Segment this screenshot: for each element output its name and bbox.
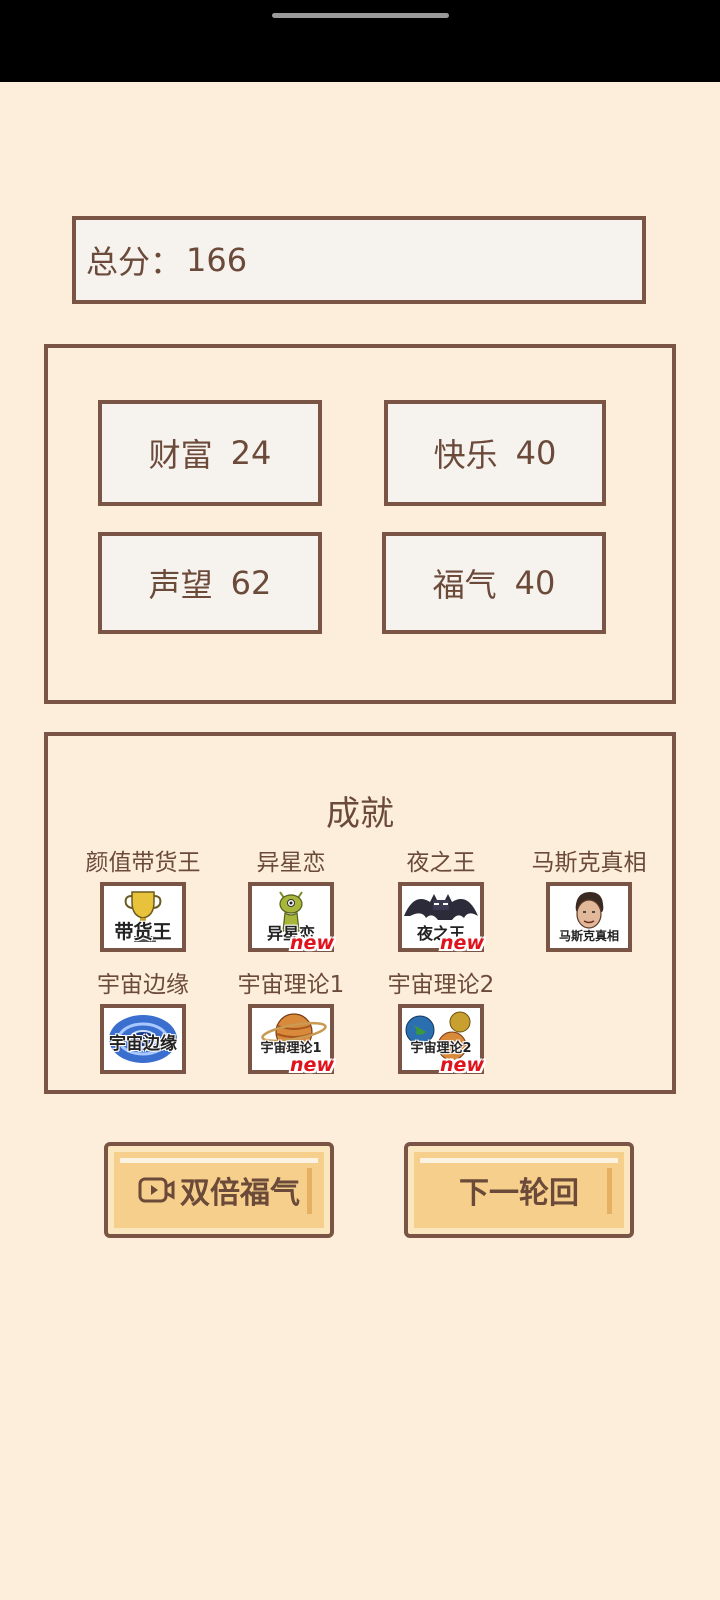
achievement-icon[interactable]: 异星恋 new <box>248 882 334 954</box>
icon-caption: 马斯克真相 <box>558 929 619 943</box>
double-luck-label: 双倍福气 <box>180 1176 300 1211</box>
achievement-label: 宇宙边缘 <box>97 972 189 998</box>
achievement-label: 宇宙理论2 <box>387 972 495 998</box>
video-icon <box>138 1177 175 1203</box>
status-handle <box>272 13 449 18</box>
achievement-icon[interactable]: 宇宙理论1 new <box>248 1004 334 1076</box>
achievement-icon[interactable]: 宇宙边缘 <box>100 1004 186 1074</box>
achievement-icon[interactable]: 夜之王 new <box>398 882 484 954</box>
new-badge: new <box>290 1054 334 1076</box>
achievement-item[interactable]: 夜之王 夜之王 new <box>366 846 516 954</box>
icon-caption: 带货王 <box>114 921 172 943</box>
achievement-label: 马斯克真相 <box>531 850 647 876</box>
achievement-item[interactable]: 宇宙边缘 宇宙边缘 <box>68 968 218 1074</box>
total-score-value: 166 <box>186 241 248 279</box>
achievements-title: 成就 <box>326 794 394 834</box>
next-round-label: 下一轮回 <box>459 1176 579 1211</box>
status-bar <box>0 0 720 82</box>
new-badge: new <box>440 1054 484 1076</box>
new-badge: new <box>440 932 484 954</box>
achievement-item[interactable]: 马斯克真相 马斯克真相 <box>514 846 664 952</box>
stat-label: 福气 <box>432 566 497 604</box>
next-round-button[interactable]: 下一轮回 <box>404 1142 634 1238</box>
stat-luck: 福气 40 <box>382 532 606 634</box>
stat-label: 声望 <box>148 566 213 604</box>
double-luck-button[interactable]: 双倍福气 <box>104 1142 334 1238</box>
stat-label: 快乐 <box>433 436 498 474</box>
total-score-box: 总分： 166 <box>72 216 646 304</box>
new-badge: new <box>290 932 334 954</box>
stat-reputation: 声望 62 <box>98 532 322 634</box>
stat-label: 财富 <box>148 436 213 474</box>
achievement-icon[interactable]: 宇宙理论2 new <box>398 1004 484 1076</box>
achievement-label: 夜之王 <box>406 850 476 876</box>
stat-value: 40 <box>515 434 557 472</box>
icon-caption: 宇宙边缘 <box>109 1034 177 1054</box>
stat-wealth: 财富 24 <box>98 400 322 506</box>
total-score-label: 总分： <box>86 243 183 281</box>
achievement-label: 异星恋 <box>256 850 326 876</box>
achievement-item[interactable]: 颜值带货王 带货王 <box>68 846 218 952</box>
achievement-item[interactable]: 宇宙理论2 宇宙理论2 new <box>366 968 516 1076</box>
stat-value: 40 <box>514 564 556 602</box>
stat-value: 62 <box>230 564 272 602</box>
achievement-label: 宇宙理论1 <box>237 972 345 998</box>
achievement-item[interactable]: 异星恋 异星恋 new <box>216 846 366 954</box>
achievements-panel: 成就 颜值带货王 带货王 异星恋 异星恋 new 夜之王 夜之王 new 马斯克… <box>44 732 676 1094</box>
stat-value: 24 <box>230 434 272 472</box>
achievement-label: 颜值带货王 <box>85 850 201 876</box>
achievement-icon[interactable]: 带货王 <box>100 882 186 952</box>
achievement-item[interactable]: 宇宙理论1 宇宙理论1 new <box>216 968 366 1076</box>
stat-happiness: 快乐 40 <box>384 400 606 506</box>
stats-panel: 财富 24 快乐 40 声望 62 福气 40 <box>44 344 676 704</box>
achievement-icon[interactable]: 马斯克真相 <box>546 882 632 952</box>
